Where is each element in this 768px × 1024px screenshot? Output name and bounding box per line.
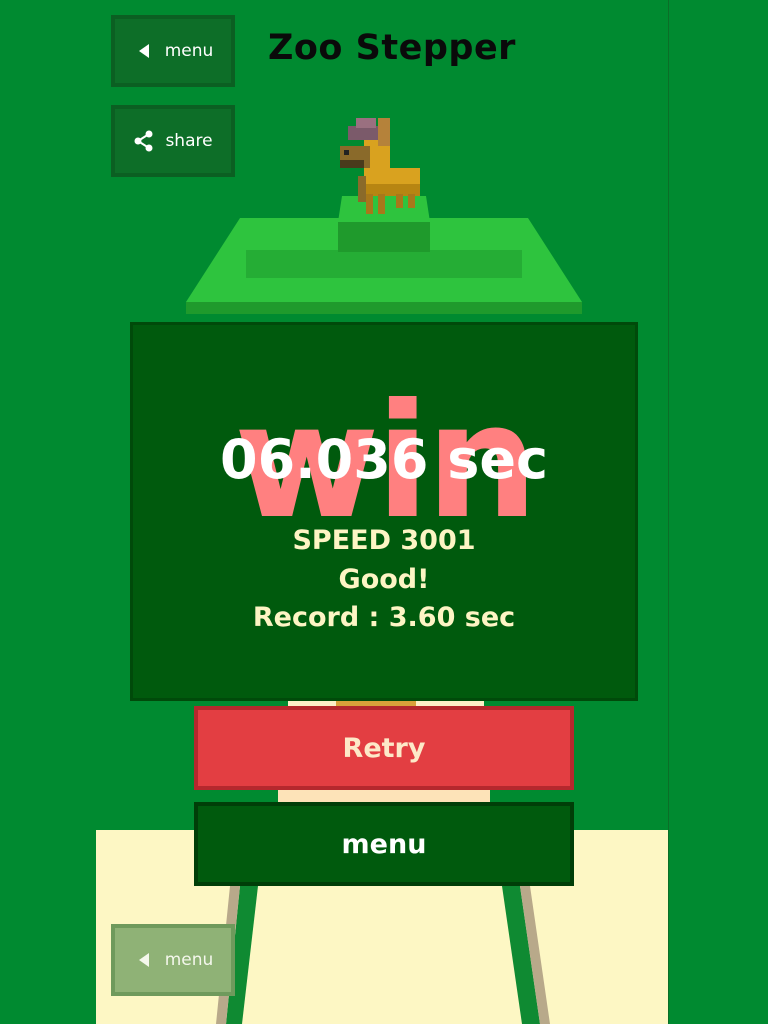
speed-text: SPEED 3001 [292,525,476,556]
result-menu-button-label: menu [341,828,427,860]
record-text: Record : 3.60 sec [252,602,516,633]
share-button-label: share [165,131,213,151]
rating-text: Good! [338,564,430,595]
footer-menu-button[interactable]: menu [111,924,235,996]
left-triangle-icon [133,952,155,968]
time-text: 06.036 sec [220,428,548,491]
left-triangle-icon [133,43,155,59]
step-peek-mid [278,790,490,802]
menu-button-label: menu [164,41,214,61]
result-menu-button[interactable]: menu [194,802,574,886]
share-button[interactable]: share [111,105,235,177]
menu-button[interactable]: menu [111,15,235,87]
pedestal-front [186,302,582,314]
pedestal-step-upper [338,222,430,252]
path-surface [226,886,540,1024]
retry-button-label: Retry [342,732,426,764]
game-scene: menu share Zoo Stepper win 06.036 sec SP… [0,0,768,1024]
game-title: Zoo Stepper [268,28,516,68]
retry-button[interactable]: Retry [194,706,574,790]
result-panel: win 06.036 sec SPEED 3001 Good! Record :… [130,322,638,701]
footer-menu-button-label: menu [164,950,214,970]
pedestal-step-lower [246,250,522,278]
share-icon [133,130,155,152]
